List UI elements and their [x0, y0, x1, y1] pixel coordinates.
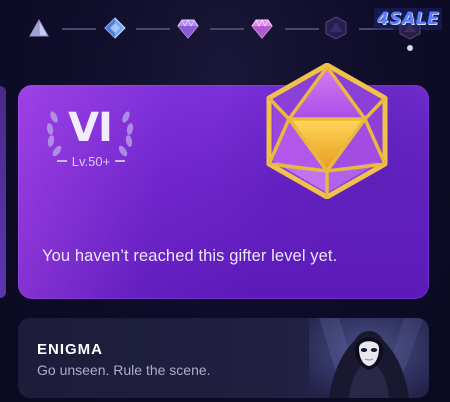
level-numeral: VI — [68, 105, 113, 151]
level-range: Lv.50+ — [46, 153, 136, 169]
level-2-gem-icon[interactable] — [101, 14, 129, 42]
hooded-masked-figure-icon — [309, 318, 429, 398]
gifter-level-screen: 4SALE VI Lv.50+ You haven’t reached this… — [0, 0, 450, 402]
previous-level-card[interactable] — [0, 86, 6, 298]
level-range-label: Lv.50+ — [71, 153, 111, 169]
reward-subtitle: Go unseen. Rule the scene. — [37, 362, 211, 378]
level-1-gem-icon[interactable] — [25, 14, 53, 42]
level-4-gem-icon[interactable] — [248, 14, 276, 42]
enigma-reward-card[interactable]: ENIGMA Go unseen. Rule the scene. — [18, 318, 429, 398]
track-connector — [285, 28, 319, 30]
divider — [56, 160, 67, 162]
icosahedron-gem-icon — [266, 63, 388, 199]
selected-level-indicator — [407, 45, 413, 51]
divider — [115, 160, 126, 162]
reward-title: ENIGMA — [37, 341, 103, 358]
level-5-gem-icon[interactable] — [322, 14, 350, 42]
track-connector — [62, 28, 96, 30]
level-status-text: You haven’t reached this gifter level ye… — [42, 247, 338, 265]
track-connector — [210, 28, 244, 30]
level-3-gem-icon[interactable] — [174, 14, 202, 42]
track-connector — [136, 28, 170, 30]
watermark-logo: 4SALE — [374, 8, 442, 30]
